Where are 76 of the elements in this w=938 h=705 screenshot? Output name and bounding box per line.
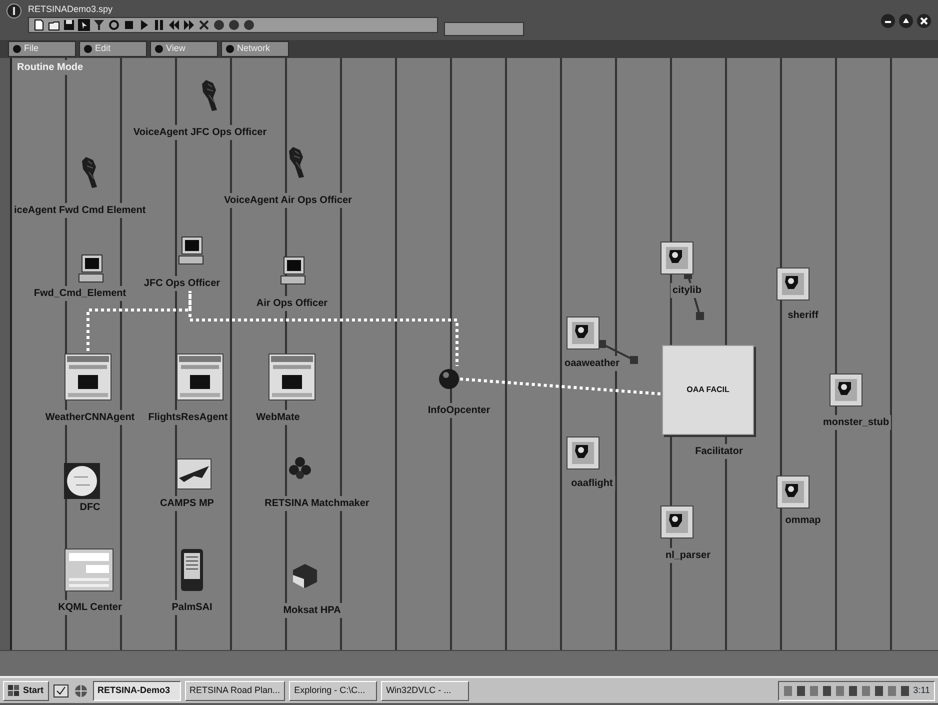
document-icon[interactable] (33, 19, 45, 31)
close-icon[interactable] (198, 19, 210, 31)
tray-icon[interactable] (822, 684, 832, 696)
form-icon[interactable] (64, 548, 114, 592)
computer-icon[interactable] (78, 254, 106, 284)
flower-icon[interactable] (288, 456, 312, 480)
ball-icon[interactable] (228, 19, 240, 31)
play-icon[interactable] (138, 19, 150, 31)
circle-icon[interactable] (108, 19, 120, 31)
funnel-icon[interactable] (93, 19, 105, 31)
mode-label: Routine Mode (15, 60, 86, 75)
ball-icon[interactable] (213, 19, 225, 31)
rewind-icon[interactable] (168, 19, 180, 31)
node-label: RETSINA Matchmaker (262, 496, 372, 511)
node-label: iceAgent Fwd Cmd Element (12, 203, 148, 218)
node-label: CAMPS MP (158, 496, 216, 511)
globe-icon[interactable] (72, 682, 89, 698)
tray-icon[interactable] (874, 684, 884, 696)
agent-tile-icon[interactable] (660, 241, 694, 275)
agent-tile-icon[interactable] (566, 316, 600, 350)
airplane-icon[interactable] (176, 458, 212, 490)
node-label: Moksat HPA (281, 603, 343, 618)
node-label: VoiceAgent JFC Ops Officer (131, 125, 269, 140)
clock: 3:11 (913, 684, 930, 697)
window-title: RETSINADemo3.spy (28, 3, 114, 15)
sphere-icon[interactable] (438, 368, 460, 390)
taskbar-button[interactable]: Exploring - C:\C... (289, 680, 378, 700)
node-label: oaaflight (569, 476, 615, 491)
node-label: WebMate (254, 410, 302, 425)
tray-icon[interactable] (900, 684, 910, 696)
browser-window-icon[interactable] (64, 353, 112, 401)
computer-icon[interactable] (178, 236, 206, 266)
app-logo-icon (6, 3, 22, 19)
stop-icon[interactable] (123, 19, 135, 31)
node-label: citylib (670, 283, 704, 298)
windows-logo-icon (8, 684, 20, 696)
pointer-icon[interactable] (78, 19, 90, 31)
taskbar-button[interactable]: RETSINA Road Plan... (184, 680, 286, 700)
folder-icon[interactable] (48, 19, 60, 31)
cube-icon[interactable] (292, 563, 318, 589)
node-label: Facilitator (693, 444, 745, 459)
node-label: nl_parser (663, 548, 713, 563)
node-label: VoiceAgent Air Ops Officer (222, 193, 354, 208)
computer-icon[interactable] (280, 256, 308, 286)
ball-icon[interactable] (243, 19, 255, 31)
globe-icon[interactable] (64, 463, 100, 499)
node-label: WeatherCNNAgent (43, 410, 137, 425)
agent-tile-icon[interactable] (776, 267, 810, 301)
browser-window-icon[interactable] (268, 353, 316, 401)
agent-tile-icon[interactable] (776, 475, 810, 509)
pause-icon[interactable] (153, 19, 165, 31)
agent-tile-icon[interactable] (566, 436, 600, 470)
node-label: FlightsResAgent (146, 410, 230, 425)
handheld-device-icon[interactable] (180, 548, 204, 592)
node-label: InfoOpcenter (426, 403, 492, 418)
tray-icon[interactable] (848, 684, 858, 696)
node-label: Fwd_Cmd_Element (32, 286, 128, 301)
agent-tile-icon[interactable] (660, 505, 694, 539)
node-label: PalmSAI (170, 600, 214, 615)
agent-tile-icon[interactable] (829, 373, 863, 407)
node-label: JFC Ops Officer (142, 276, 222, 291)
fast-forward-icon[interactable] (183, 19, 195, 31)
tray-icon[interactable] (796, 684, 806, 696)
facilitator-box[interactable]: OAA FACIL (662, 345, 754, 435)
node-label: Air Ops Officer (254, 296, 330, 311)
start-button[interactable]: Start (3, 680, 49, 700)
browser-window-icon[interactable] (176, 353, 224, 401)
node-label: oaaweather (562, 356, 622, 371)
node-label: monster_stub (820, 415, 892, 430)
node-label: KQML Center (56, 600, 124, 615)
taskbar-button[interactable]: Win32DVLC - ... (381, 680, 470, 700)
close-icon[interactable] (916, 13, 932, 29)
minimize-icon[interactable] (880, 13, 896, 29)
restore-icon[interactable] (898, 13, 914, 29)
taskbar-button[interactable]: RETSINA-Demo3 (92, 680, 181, 700)
desktop-icon[interactable] (52, 682, 69, 698)
